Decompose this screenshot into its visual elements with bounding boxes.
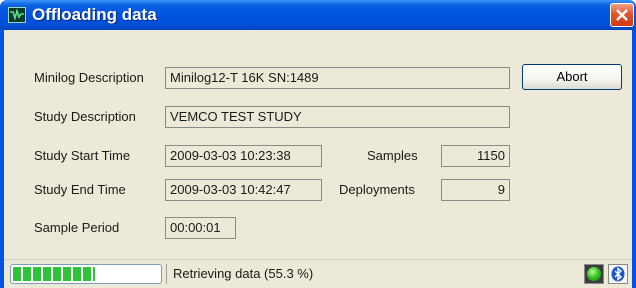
oscilloscope-icon (8, 7, 26, 23)
deployments-label: Deployments (339, 182, 415, 197)
window-title: Offloading data (32, 5, 157, 24)
dialog-body: Minilog Description Minilog12-T 16K SN:1… (4, 30, 632, 288)
close-button[interactable] (610, 3, 634, 27)
sample-period-field: 00:00:01 (165, 217, 236, 239)
study-end-time-field: 2009-03-03 10:42:47 (165, 179, 322, 201)
deployments-field: 9 (441, 179, 510, 201)
abort-button[interactable]: Abort (522, 64, 622, 90)
study-description-field: VEMCO TEST STUDY (165, 106, 510, 128)
title-bar[interactable]: Offloading data (0, 0, 636, 30)
close-icon (616, 9, 628, 21)
study-end-time-label: Study End Time (34, 182, 126, 197)
samples-label: Samples (367, 148, 418, 163)
progress-bar (10, 264, 162, 284)
green-led-icon (584, 264, 604, 284)
study-start-time-label: Study Start Time (34, 148, 131, 163)
progress-fill (13, 267, 95, 281)
study-start-time-field: 2009-03-03 10:23:38 (165, 145, 322, 167)
minilog-description-label: Minilog Description (34, 70, 144, 85)
status-text: Retrieving data (55.3 %) (166, 264, 578, 284)
bluetooth-icon (608, 264, 628, 284)
offloading-dialog: Offloading data Minilog Description Mini… (0, 0, 636, 288)
minilog-description-field: Minilog12-T 16K SN:1489 (165, 67, 510, 89)
samples-field: 1150 (441, 145, 510, 167)
study-description-label: Study Description (34, 109, 136, 124)
status-bar: Retrieving data (55.3 %) (4, 259, 632, 288)
sample-period-label: Sample Period (34, 220, 120, 235)
